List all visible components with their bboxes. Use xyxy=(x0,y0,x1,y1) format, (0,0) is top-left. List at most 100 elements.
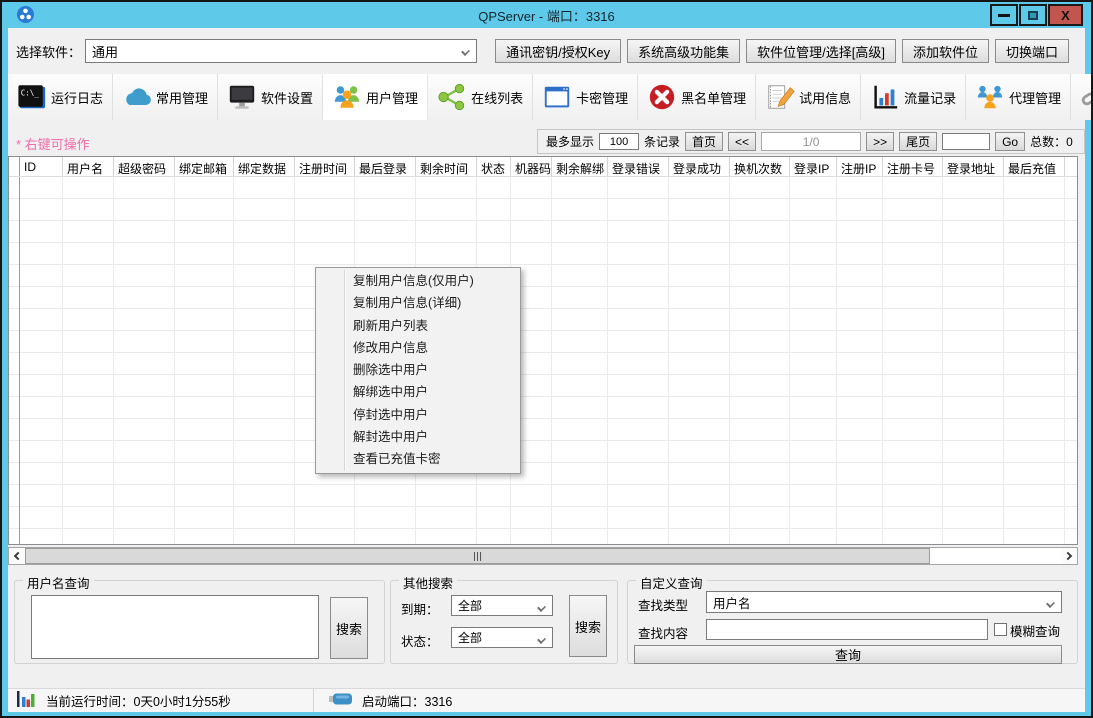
app-window: QPServer - 端口：3316 X 选择软件： 通用 通讯密钥/授权Key… xyxy=(0,0,1093,718)
context-menu-item[interactable]: 查看已充值卡密 xyxy=(316,448,520,470)
grid-vline xyxy=(882,177,883,544)
username-search-button[interactable]: 搜索 xyxy=(330,597,368,659)
max-display-label: 最多显示 xyxy=(546,133,594,150)
column-header[interactable]: 注册时间 xyxy=(295,157,355,176)
tab-label: 卡密管理 xyxy=(576,88,628,107)
custom-query-group: 自定义查询 查找类型 用户名 查找内容 模糊查询 查询 xyxy=(627,580,1078,664)
context-menu-item[interactable]: 修改用户信息 xyxy=(316,337,520,359)
context-menu-item[interactable]: 解封选中用户 xyxy=(316,426,520,448)
other-search-group: 其他搜索 到期： 全部 状态： 全部 搜索 xyxy=(390,580,618,664)
column-header[interactable]: 登录成功 xyxy=(669,157,730,176)
fuzzy-label: 模糊查询 xyxy=(1010,621,1060,640)
scroll-left-button[interactable] xyxy=(9,548,25,564)
find-content-input[interactable] xyxy=(706,619,988,640)
column-header[interactable]: 登录IP xyxy=(790,157,837,176)
tab-blacklist-manage[interactable]: 黑名单管理 xyxy=(638,74,756,120)
context-menu-item[interactable]: 刷新用户列表 xyxy=(316,315,520,337)
users-icon xyxy=(332,82,362,112)
title-bar: QPServer - 端口：3316 X xyxy=(2,2,1091,28)
next-page-button[interactable]: >> xyxy=(866,132,894,151)
add-slot-button[interactable]: 添加软件位 xyxy=(902,39,989,63)
other-search-button[interactable]: 搜索 xyxy=(569,595,607,657)
last-page-button[interactable]: 尾页 xyxy=(899,132,937,151)
go-button[interactable]: Go xyxy=(995,132,1025,151)
comm-key-button[interactable]: 通讯密钥/授权Key xyxy=(495,39,621,63)
tab-traffic-record[interactable]: 流量记录 xyxy=(861,74,966,120)
software-row: 选择软件： 通用 通讯密钥/授权Key 系统高级功能集 软件位管理/选择[高级]… xyxy=(8,38,1085,64)
software-select[interactable]: 通用 xyxy=(85,39,477,63)
maximize-button[interactable] xyxy=(1019,4,1047,26)
status-bar: 当前运行时间：0天0小时1分55秒 启动端口：3316 xyxy=(8,688,1085,712)
slot-manage-button[interactable]: 软件位管理/选择[高级] xyxy=(746,39,896,63)
tab-proxy-manage[interactable]: 代理管理 xyxy=(966,74,1071,120)
tab-software-settings[interactable]: 软件设置 xyxy=(218,74,323,120)
minimize-button[interactable] xyxy=(990,4,1018,26)
context-menu-item[interactable]: 复制用户信息(仅用户) xyxy=(316,270,520,292)
tab-user-manage[interactable]: 用户管理 xyxy=(323,74,428,120)
tab-run-log[interactable]: C:\_ 运行日志 xyxy=(8,74,113,120)
column-header[interactable]: 机器码 xyxy=(511,157,552,176)
first-page-button[interactable]: 首页 xyxy=(685,132,723,151)
minimize-icon xyxy=(998,14,1010,17)
prev-page-button[interactable]: << xyxy=(728,132,756,151)
tab-online-list[interactable]: 在线列表 xyxy=(428,74,533,120)
expire-select[interactable]: 全部 xyxy=(451,595,553,616)
tab-trial-info[interactable]: 试用信息 xyxy=(756,74,861,120)
column-header[interactable]: 状态 xyxy=(477,157,511,176)
scrollbar-track[interactable] xyxy=(930,548,1061,564)
column-header[interactable]: 注册IP xyxy=(837,157,883,176)
column-header[interactable]: 用户名 xyxy=(63,157,114,176)
runtime-text: 当前运行时间：0天0小时1分55秒 xyxy=(46,691,231,710)
chevron-down-icon xyxy=(537,603,546,612)
find-type-select[interactable]: 用户名 xyxy=(706,591,1062,613)
tab-strip: C:\_ 运行日志 常用管理 软件设置 xyxy=(8,74,1085,120)
column-header[interactable]: 登录地址 xyxy=(943,157,1004,176)
column-header[interactable]: 登录错误 xyxy=(608,157,669,176)
column-header[interactable]: 剩余时间 xyxy=(416,157,477,176)
switch-port-button[interactable]: 切换端口 xyxy=(995,39,1069,63)
chevron-left-icon xyxy=(14,552,22,560)
max-display-input[interactable] xyxy=(599,133,639,150)
column-header[interactable]: 换机次数 xyxy=(730,157,790,176)
port-text: 启动端口：3316 xyxy=(362,691,452,710)
query-button[interactable]: 查询 xyxy=(634,645,1062,664)
right-click-hint: * 右键可操作 xyxy=(16,134,90,153)
status-label: 状态： xyxy=(401,631,439,650)
status-select-value: 全部 xyxy=(458,629,482,646)
system-advanced-button[interactable]: 系统高级功能集 xyxy=(627,39,740,63)
context-menu-item[interactable]: 复制用户信息(详细) xyxy=(316,292,520,314)
table-body[interactable] xyxy=(9,177,1077,544)
user-table: ID用户名超级密码绑定邮箱绑定数据注册时间最后登录剩余时间状态机器码剩余解绑登录… xyxy=(8,156,1078,545)
close-button[interactable]: X xyxy=(1048,4,1083,26)
column-header[interactable]: 最后充值 xyxy=(1004,157,1065,176)
scrollbar-thumb[interactable] xyxy=(25,548,930,564)
fuzzy-checkbox[interactable] xyxy=(994,623,1007,636)
username-query-input[interactable] xyxy=(31,595,319,659)
tab-common-manage[interactable]: 常用管理 xyxy=(113,74,218,120)
status-select[interactable]: 全部 xyxy=(451,627,553,648)
tab-card-manage[interactable]: 卡密管理 xyxy=(533,74,638,120)
tab-label: 软件设置 xyxy=(261,88,313,107)
column-header[interactable]: 最后登录 xyxy=(355,157,416,176)
grid-vline xyxy=(294,177,295,544)
column-header[interactable]: 绑定邮箱 xyxy=(175,157,234,176)
column-header[interactable]: 注册卡号 xyxy=(883,157,943,176)
horizontal-scrollbar xyxy=(8,547,1078,565)
total-count-label: 总数：0 xyxy=(1030,133,1073,150)
grid-vline xyxy=(607,177,608,544)
context-menu-item[interactable]: 删除选中用户 xyxy=(316,359,520,381)
column-header[interactable]: 剩余解绑 xyxy=(552,157,608,176)
grid-vline xyxy=(113,177,114,544)
column-header[interactable] xyxy=(1065,157,1078,176)
goto-page-input[interactable] xyxy=(942,133,990,150)
tab-cloud-js[interactable]: 云计算/JS xyxy=(1071,74,1093,120)
context-menu-item[interactable]: 停封选中用户 xyxy=(316,404,520,426)
column-header[interactable]: ID xyxy=(20,157,63,176)
client-area: 选择软件： 通用 通讯密钥/授权Key 系统高级功能集 软件位管理/选择[高级]… xyxy=(8,28,1085,712)
scroll-right-button[interactable] xyxy=(1061,548,1077,564)
cloud-icon xyxy=(122,82,152,112)
tab-label: 在线列表 xyxy=(471,88,523,107)
context-menu-item[interactable]: 解绑选中用户 xyxy=(316,381,520,403)
column-header[interactable]: 绑定数据 xyxy=(234,157,295,176)
column-header[interactable]: 超级密码 xyxy=(114,157,175,176)
